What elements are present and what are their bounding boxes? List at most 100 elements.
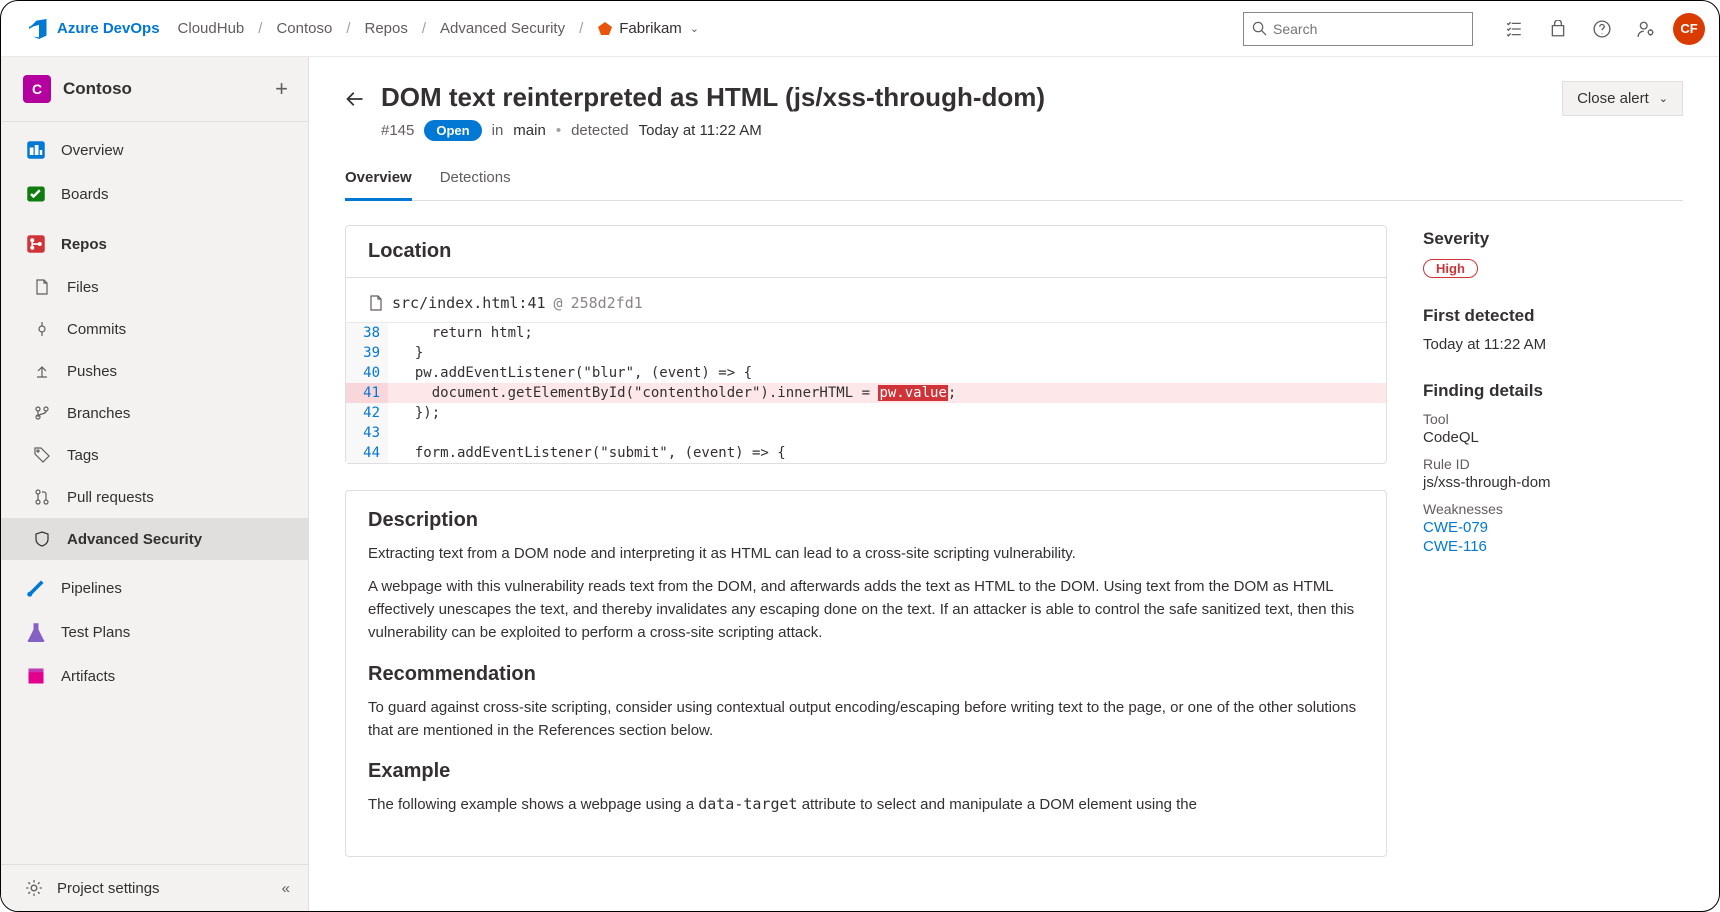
finding-details-heading: Finding details	[1423, 381, 1683, 401]
tab-overview[interactable]: Overview	[345, 163, 412, 201]
tool-label: Tool	[1423, 411, 1683, 427]
nav-commits[interactable]: Commits	[1, 308, 308, 350]
crumb-subarea[interactable]: Advanced Security	[440, 20, 565, 37]
description-heading: Description	[368, 509, 1364, 532]
nav-boards-label: Boards	[61, 186, 109, 203]
tags-icon	[31, 447, 53, 463]
alert-number: #145	[381, 122, 414, 139]
first-detected-heading: First detected	[1423, 306, 1683, 326]
top-bar: Azure DevOps CloudHub / Contoso / Repos …	[1, 1, 1719, 57]
brand-logo[interactable]: Azure DevOps	[29, 19, 160, 39]
pipelines-icon	[25, 578, 47, 598]
commit-sha: 258d2fd1	[571, 294, 643, 312]
weaknesses-label: Weaknesses	[1423, 501, 1683, 517]
crumb-repo[interactable]: Fabrikam ⌄	[597, 20, 699, 37]
nav-test-plans-label: Test Plans	[61, 624, 130, 641]
code-line-highlighted: 41 document.getElementById("contentholde…	[346, 383, 1386, 403]
nav-artifacts[interactable]: Artifacts	[1, 654, 308, 698]
alert-subline: #145 Open in main • detected Today at 11…	[381, 120, 1546, 141]
back-button[interactable]	[345, 89, 365, 112]
test-plans-icon	[25, 622, 47, 642]
branches-icon	[31, 405, 53, 421]
gear-icon	[25, 879, 43, 897]
nav-advanced-security-label: Advanced Security	[67, 531, 202, 548]
search-input[interactable]	[1273, 21, 1464, 37]
nav-boards[interactable]: Boards	[1, 172, 308, 216]
chevron-down-icon: ⌄	[1659, 92, 1668, 105]
main-content: DOM text reinterpreted as HTML (js/xss-t…	[309, 57, 1719, 911]
nav-files[interactable]: Files	[1, 266, 308, 308]
project-name[interactable]: Contoso	[63, 79, 132, 99]
add-button[interactable]: +	[275, 76, 288, 102]
repo-icon	[597, 21, 613, 37]
user-avatar[interactable]: CF	[1673, 13, 1705, 45]
nav-test-plans[interactable]: Test Plans	[1, 610, 308, 654]
crumb-sep: /	[346, 20, 350, 37]
branch-name: main	[513, 122, 546, 139]
sidebar-footer: Project settings «	[1, 864, 308, 911]
checklist-icon[interactable]	[1505, 20, 1523, 38]
help-icon[interactable]	[1593, 20, 1611, 38]
shopping-bag-icon[interactable]	[1549, 20, 1567, 38]
project-settings-link[interactable]: Project settings	[25, 879, 160, 897]
nav-repos[interactable]: Repos	[1, 222, 308, 266]
code-line: 38 return html;	[346, 323, 1386, 343]
nav-pushes-label: Pushes	[67, 363, 117, 380]
crumb-project[interactable]: Contoso	[276, 20, 332, 37]
nav-branches-label: Branches	[67, 405, 130, 422]
nav-pipelines-label: Pipelines	[61, 580, 122, 597]
artifacts-icon	[25, 666, 47, 686]
detected-label: detected	[571, 122, 629, 139]
nav-commits-label: Commits	[67, 321, 126, 338]
nav-overview-label: Overview	[61, 142, 124, 159]
user-settings-icon[interactable]	[1637, 20, 1655, 38]
status-badge: Open	[424, 120, 481, 141]
details-sidebar: Severity High First detected Today at 11…	[1423, 225, 1683, 884]
code-line: 43	[346, 423, 1386, 443]
crumb-area[interactable]: Repos	[364, 20, 407, 37]
boards-icon	[25, 184, 47, 204]
nav-pipelines[interactable]: Pipelines	[1, 566, 308, 610]
file-path-row[interactable]: src/index.html:41 @ 258d2fd1	[346, 278, 1386, 322]
in-label: in	[492, 122, 504, 139]
code-snippet: 38 return html; 39 } 40 pw.addEventListe…	[346, 322, 1386, 463]
collapse-sidebar-icon[interactable]: «	[282, 880, 290, 897]
rule-id-value: js/xss-through-dom	[1423, 474, 1683, 491]
project-header: C Contoso +	[1, 57, 308, 122]
tool-value: CodeQL	[1423, 429, 1683, 446]
alert-title: DOM text reinterpreted as HTML (js/xss-t…	[381, 81, 1546, 114]
tab-detections[interactable]: Detections	[440, 163, 511, 200]
sidebar-nav: Overview Boards Repos Files Commits Pu	[1, 122, 308, 698]
brand-text: Azure DevOps	[57, 20, 160, 37]
crumb-org[interactable]: CloudHub	[178, 20, 245, 37]
example-heading: Example	[368, 760, 1364, 783]
nav-advanced-security[interactable]: Advanced Security	[1, 518, 308, 560]
cwe-link[interactable]: CWE-079	[1423, 519, 1683, 536]
azure-devops-icon	[29, 19, 49, 39]
crumb-sep: /	[258, 20, 262, 37]
cwe-link[interactable]: CWE-116	[1423, 538, 1683, 555]
nav-pull-requests[interactable]: Pull requests	[1, 476, 308, 518]
shield-icon	[31, 531, 53, 547]
description-paragraph: Extracting text from a DOM node and inte…	[368, 542, 1364, 565]
code-line: 39 }	[346, 343, 1386, 363]
nav-overview[interactable]: Overview	[1, 128, 308, 172]
file-icon	[368, 295, 384, 311]
crumb-sep: /	[422, 20, 426, 37]
file-path: src/index.html:41	[392, 294, 546, 312]
location-heading: Location	[346, 226, 1386, 278]
code-line: 44 form.addEventListener("submit", (even…	[346, 443, 1386, 463]
crumb-sep: /	[579, 20, 583, 37]
nav-tags[interactable]: Tags	[1, 434, 308, 476]
search-box[interactable]	[1243, 12, 1473, 46]
nav-pushes[interactable]: Pushes	[1, 350, 308, 392]
nav-pull-requests-label: Pull requests	[67, 489, 154, 506]
example-paragraph: The following example shows a webpage us…	[368, 793, 1364, 816]
nav-branches[interactable]: Branches	[1, 392, 308, 434]
close-alert-button[interactable]: Close alert ⌄	[1562, 81, 1683, 116]
first-detected-value: Today at 11:22 AM	[1423, 336, 1683, 353]
pull-requests-icon	[31, 489, 53, 505]
search-icon	[1252, 21, 1267, 36]
description-paragraph: A webpage with this vulnerability reads …	[368, 575, 1364, 645]
close-alert-label: Close alert	[1577, 90, 1649, 107]
